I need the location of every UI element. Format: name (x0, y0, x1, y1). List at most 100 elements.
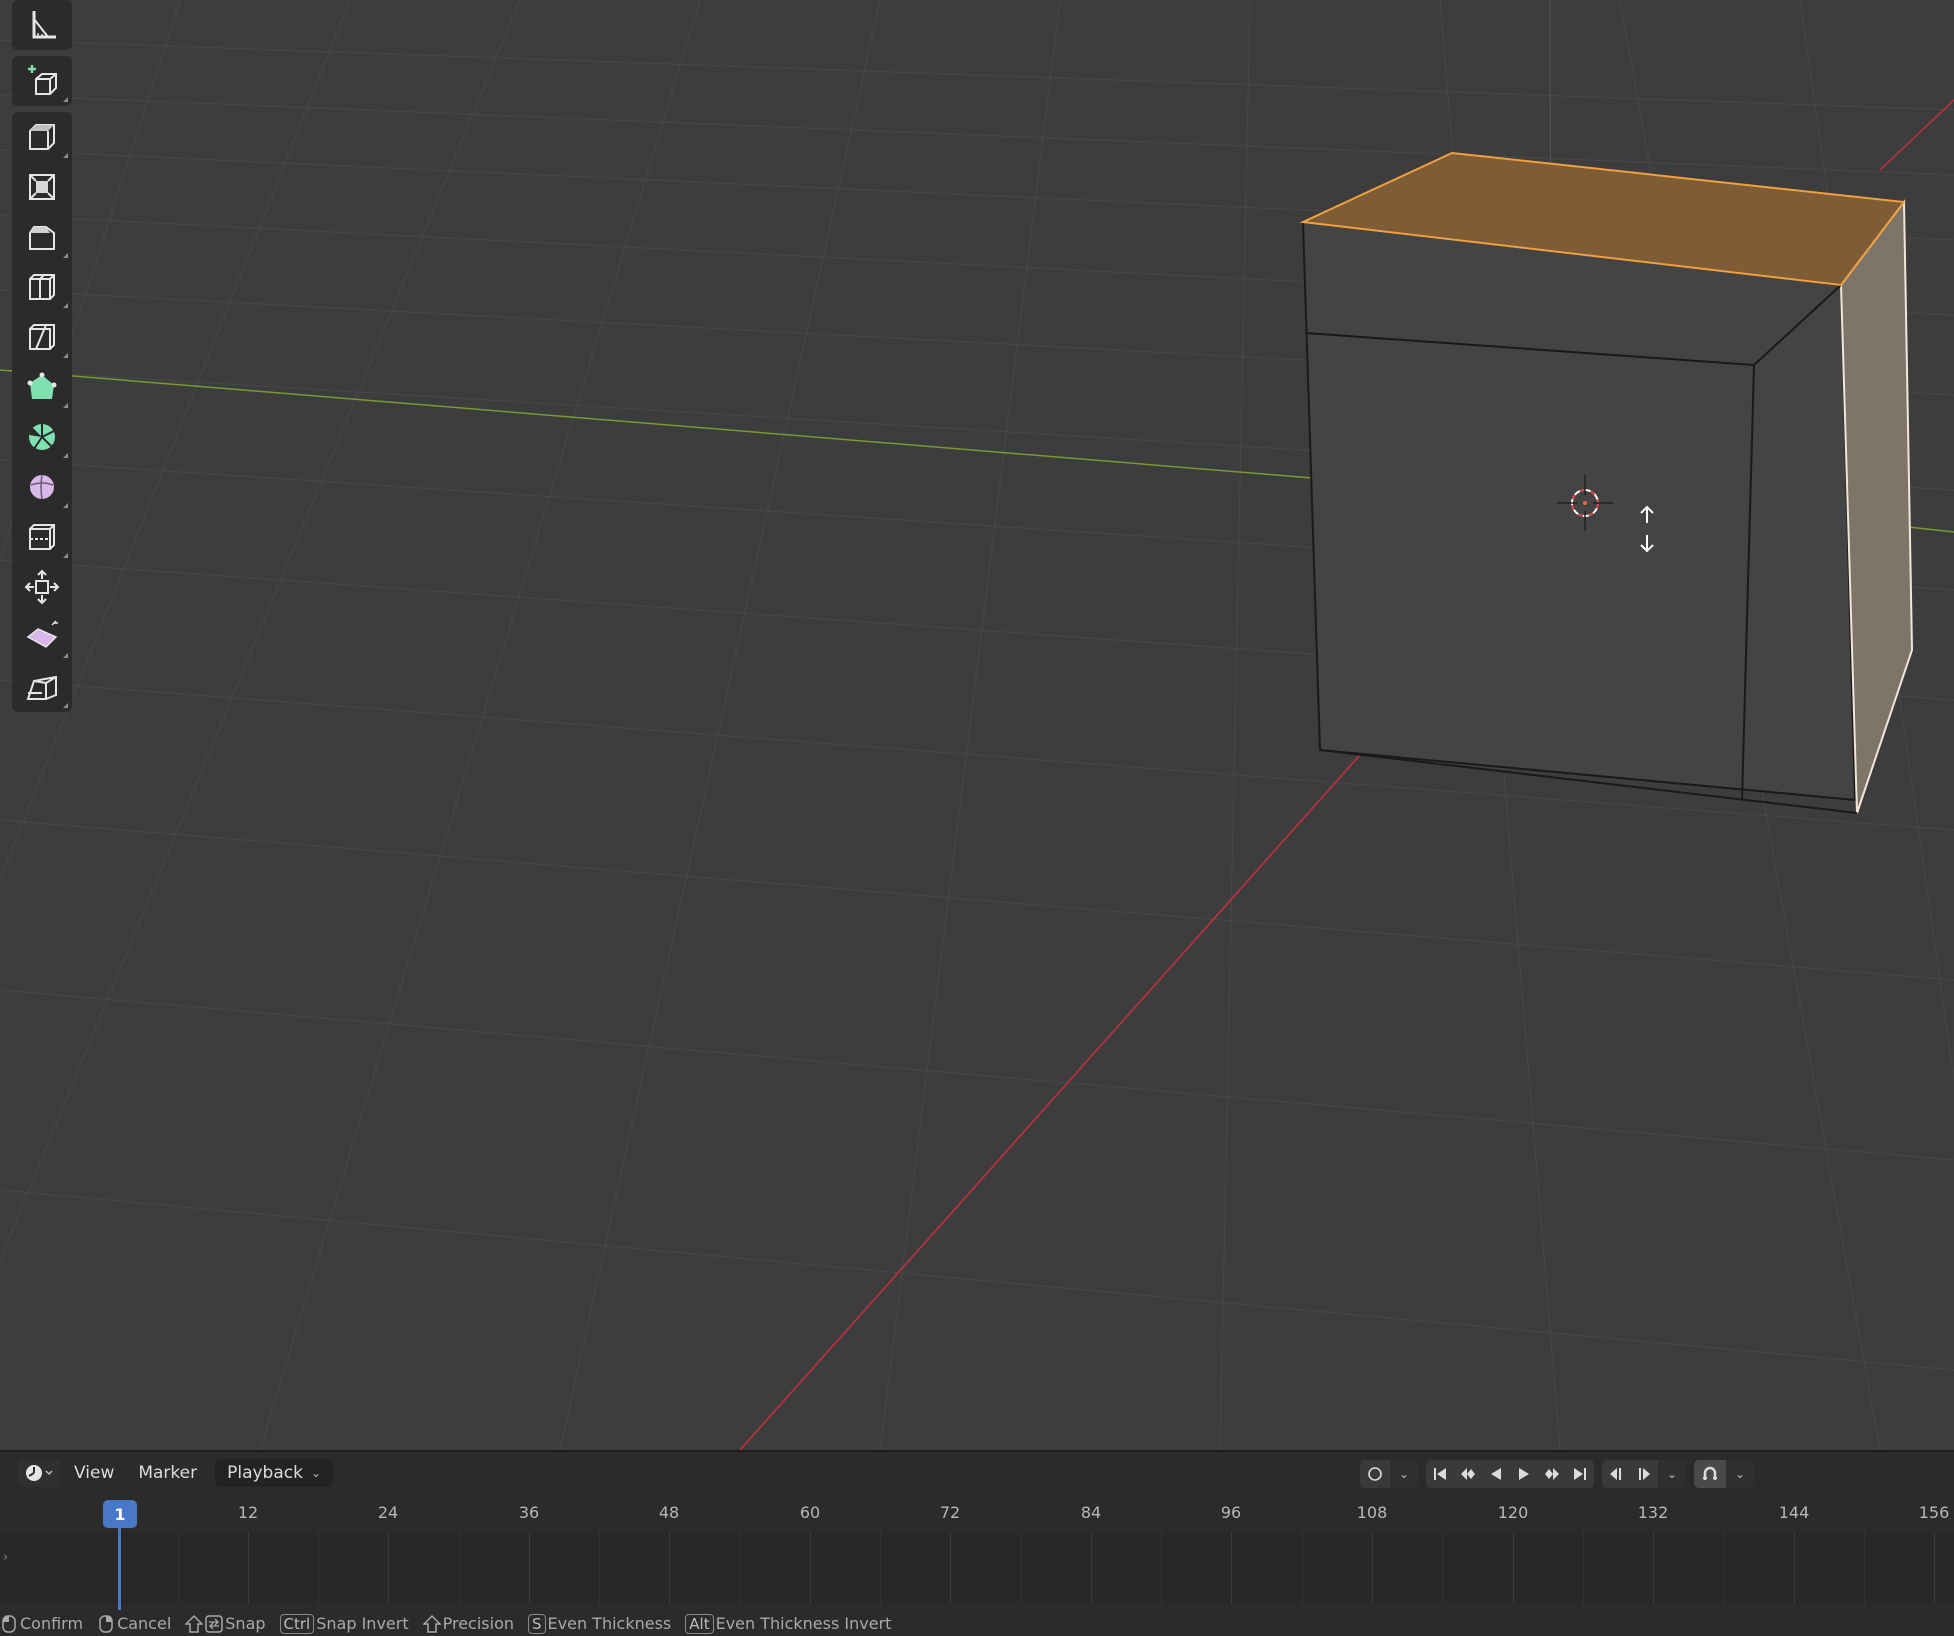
poly-build-icon (27, 372, 57, 399)
knife-tool[interactable] (12, 312, 72, 362)
playback-dropdown[interactable]: Playback ⌄ (215, 1459, 334, 1487)
measure-tool[interactable] (12, 0, 72, 50)
transport-group (1426, 1460, 1594, 1488)
tick-label: 96 (1220, 1503, 1242, 1522)
playhead-line[interactable] (118, 1526, 121, 1610)
alt-key: Alt (685, 1613, 714, 1634)
smooth-tool[interactable] (12, 462, 72, 512)
edge-slide-icon (29, 524, 55, 550)
timeline-editor[interactable]: View Marker Playback ⌄ ⌄ ⌄ ⌄ 12 24 36 48… (0, 1450, 1954, 1613)
shift-key-icon (185, 1614, 204, 1633)
timeline-track-area[interactable]: › (0, 1532, 1954, 1604)
inset-faces-tool[interactable] (12, 162, 72, 212)
auto-keying-button[interactable] (1360, 1460, 1390, 1488)
loop-cut-tool[interactable] (12, 262, 72, 312)
snap-group: ⌄ (1694, 1460, 1754, 1488)
chevron-down-icon: ⌄ (310, 1466, 322, 1480)
edge-slide-tool[interactable] (12, 512, 72, 562)
view-menu[interactable]: View (64, 1459, 124, 1487)
jump-end-button[interactable] (1566, 1460, 1594, 1488)
play-reverse-button[interactable] (1482, 1460, 1510, 1488)
prev-keyframe-button[interactable] (1454, 1460, 1482, 1488)
tick-label: 120 (1497, 1503, 1529, 1522)
hint-label: Even Thickness (547, 1614, 672, 1633)
hint-precision: Precision (422, 1614, 514, 1634)
next-keyframe-button[interactable] (1538, 1460, 1566, 1488)
jump-end-icon (1574, 1468, 1586, 1480)
extrude-region-tool[interactable] (12, 112, 72, 162)
next-keyframe-icon (1545, 1468, 1559, 1480)
keying-options-button[interactable]: ⌄ (1390, 1460, 1418, 1488)
frame-ruler[interactable]: 12 24 36 48 60 72 84 96 108 120 132 144 … (0, 1496, 1954, 1530)
poly-build-tool[interactable] (12, 362, 72, 412)
tick-label: 60 (799, 1503, 821, 1522)
tick-label: 84 (1080, 1503, 1102, 1522)
status-bar: Confirm Cancel Snap Ctrl Snap Invert Pre… (0, 1611, 1954, 1636)
knife-icon (29, 324, 55, 350)
mouse-right-icon (99, 1614, 113, 1633)
smooth-icon (30, 474, 54, 500)
playback-label: Playback (227, 1463, 303, 1483)
3d-viewport[interactable] (0, 0, 1954, 1450)
editor-type-selector[interactable] (18, 1459, 60, 1487)
jump-start-icon (1434, 1468, 1446, 1480)
hint-label: Even Thickness Invert (715, 1614, 892, 1633)
spin-tool[interactable] (12, 412, 72, 462)
shift-key-icon (422, 1614, 441, 1633)
timeline-snap-button[interactable] (1694, 1460, 1726, 1488)
hint-label: Snap (225, 1614, 266, 1633)
inset-faces-icon (29, 174, 55, 200)
clock-icon (26, 1465, 53, 1481)
current-frame-indicator[interactable]: 1 (103, 1500, 137, 1528)
step-back-icon (1610, 1468, 1621, 1480)
play-reverse-icon (1491, 1468, 1501, 1480)
bevel-icon (29, 226, 55, 250)
tick-label: 72 (939, 1503, 961, 1522)
play-icon (1519, 1468, 1529, 1480)
tick-label: 48 (658, 1503, 680, 1522)
chevron-down-icon: ⌄ (1666, 1467, 1678, 1481)
hint-snap-invert: Ctrl Snap Invert (279, 1613, 409, 1634)
play-button[interactable] (1510, 1460, 1538, 1488)
extrude-region-icon (29, 124, 55, 150)
add-cube-tool[interactable] (12, 56, 72, 106)
hint-cancel: Cancel (97, 1614, 171, 1634)
tick-label: 132 (1637, 1503, 1669, 1522)
tick-label: 12 (237, 1503, 259, 1522)
hint-even-thickness: S Even Thickness (528, 1613, 672, 1634)
measure-icon (32, 11, 56, 39)
cube-mesh (1299, 151, 1914, 814)
ctrl-key: Ctrl (279, 1613, 315, 1634)
tick-label: 36 (518, 1503, 540, 1522)
expand-channels-icon[interactable]: › (3, 1550, 8, 1565)
bevel-tool[interactable] (12, 212, 72, 262)
record-icon (1368, 1467, 1382, 1481)
marker-menu[interactable]: Marker (128, 1459, 207, 1487)
shear-icon (26, 620, 58, 648)
shrink-fatten-tool[interactable] (12, 562, 72, 612)
keying-group: ⌄ (1360, 1460, 1418, 1488)
shear-tool[interactable] (12, 612, 72, 662)
s-key: S (528, 1613, 546, 1634)
hint-label: Precision (442, 1614, 514, 1633)
spin-icon (29, 424, 55, 450)
jump-start-button[interactable] (1426, 1460, 1454, 1488)
frame-step-group: ⌄ (1602, 1460, 1686, 1488)
transform-arrows-icon (1636, 505, 1658, 559)
playback-options-button[interactable]: ⌄ (1658, 1460, 1686, 1488)
timeline-header: View Marker Playback ⌄ ⌄ ⌄ ⌄ (0, 1452, 1954, 1494)
hint-label: Cancel (117, 1614, 172, 1633)
prev-frame-button[interactable] (1602, 1460, 1630, 1488)
next-frame-button[interactable] (1630, 1460, 1658, 1488)
tick-label: 108 (1356, 1503, 1388, 1522)
tick-label: 144 (1778, 1503, 1810, 1522)
chevron-down-icon: ⌄ (1734, 1467, 1746, 1481)
tick-label: 24 (377, 1503, 399, 1522)
add-cube-icon (28, 65, 57, 95)
mouse-left-icon (2, 1614, 16, 1633)
hint-snap: Snap (185, 1614, 266, 1634)
snap-options-button[interactable]: ⌄ (1726, 1460, 1754, 1488)
hint-even-thickness-invert: Alt Even Thickness Invert (685, 1613, 892, 1634)
rip-region-tool[interactable] (12, 662, 72, 712)
hint-confirm: Confirm (0, 1614, 83, 1634)
